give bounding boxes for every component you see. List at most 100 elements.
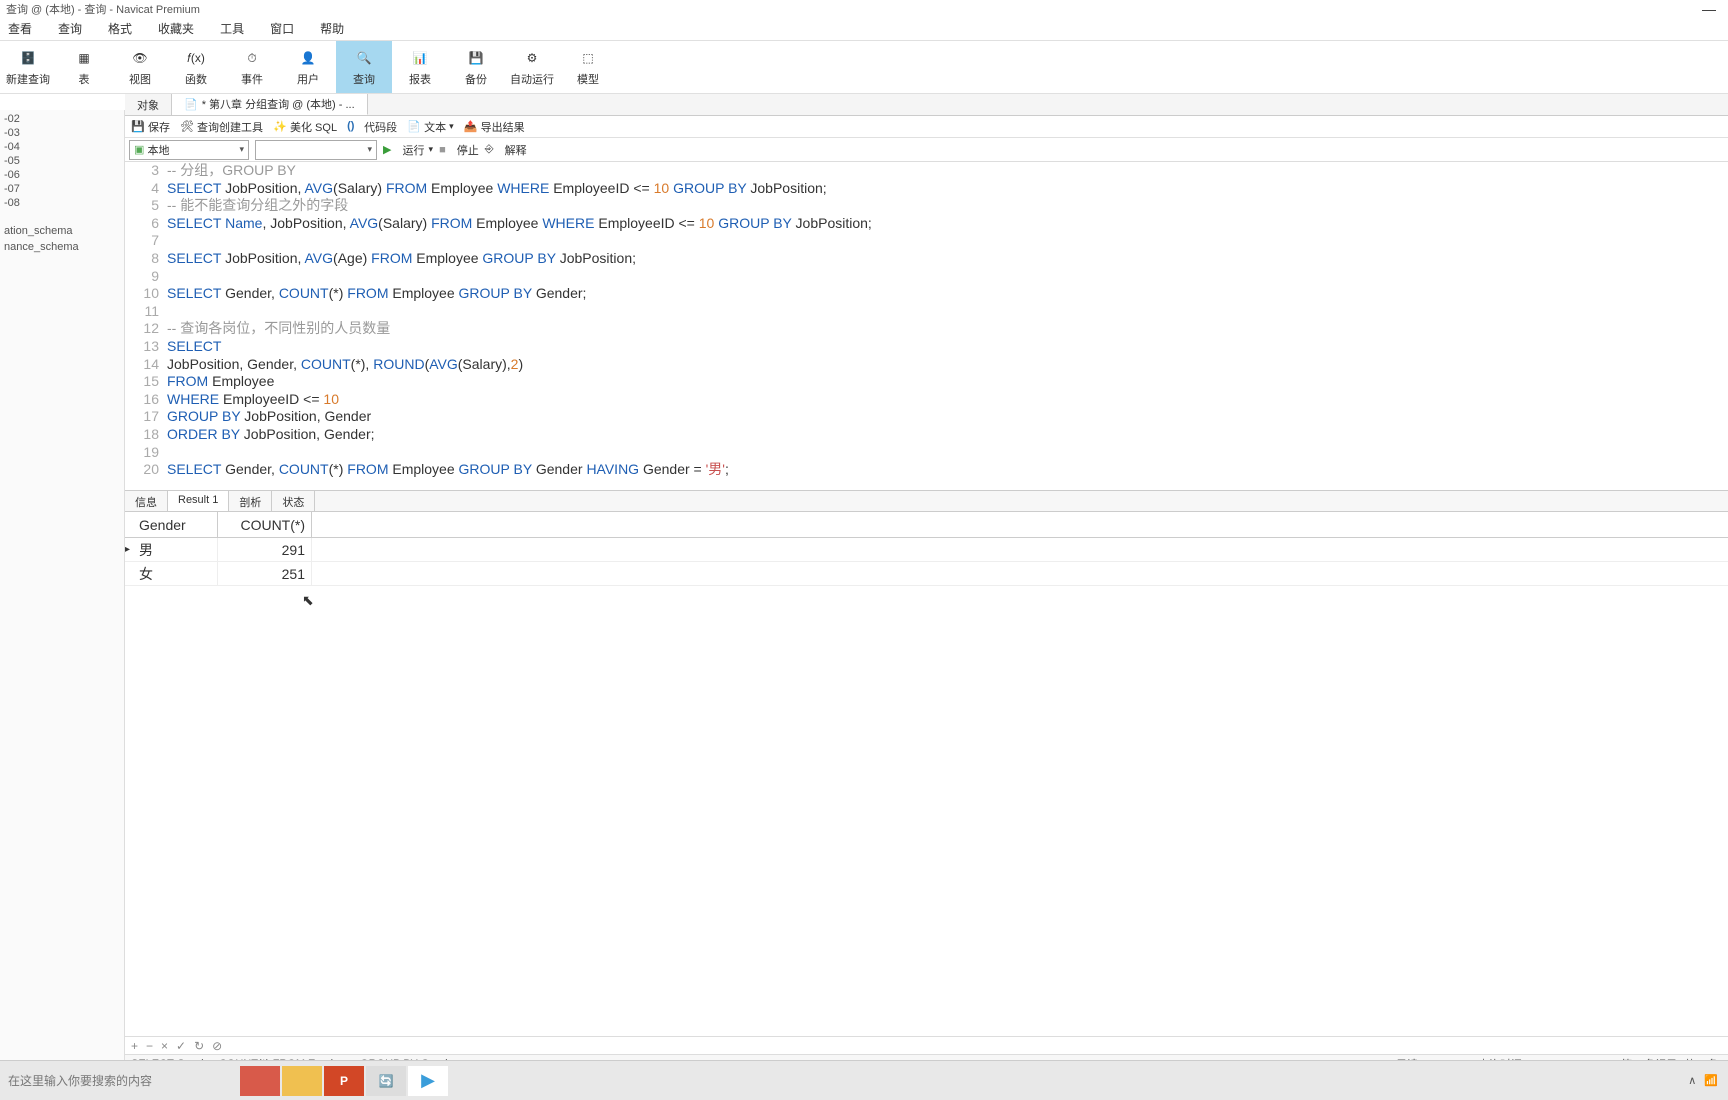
table-row[interactable]: ▸男291 xyxy=(125,538,1728,562)
menu-item[interactable]: 工具 xyxy=(220,20,244,38)
sql-editor[interactable]: 34567891011121314151617181920 -- 分组，GROU… xyxy=(125,162,1728,490)
minimize-button[interactable]: — xyxy=(1702,1,1716,17)
sidebar-item[interactable]: -06 xyxy=(0,168,124,182)
tray-chevron-icon[interactable]: ∧ xyxy=(1688,1074,1696,1087)
fx-icon: 𝑓(x) xyxy=(184,47,208,69)
sidebar-item[interactable]: -02 xyxy=(0,112,124,126)
query-builder-button[interactable]: 🛠查询创建工具 xyxy=(180,119,263,135)
result-tabstrip: 信息Result 1剖析状态 xyxy=(125,490,1728,512)
result-tab[interactable]: 状态 xyxy=(272,491,315,511)
result-grid[interactable]: Gender COUNT(*) ▸男291女251 xyxy=(125,512,1728,586)
view-icon: 👁 xyxy=(128,47,152,69)
sidebar-item[interactable]: ation_schema xyxy=(0,224,124,238)
cell-gender[interactable]: 男 xyxy=(133,538,218,561)
explain-icon: ⎆ xyxy=(485,143,494,156)
result-tab[interactable]: Result 1 xyxy=(168,491,229,511)
sidebar-item[interactable]: -04 xyxy=(0,140,124,154)
line-gutter: 34567891011121314151617181920 xyxy=(125,162,167,490)
ribbon-toolbar: 🗄️新建查询▦表👁视图𝑓(x)函数⏱事件👤用户🔍查询📊报表💾备份⚙自动运行⬚模型 xyxy=(0,40,1728,94)
ribbon-fx-button[interactable]: 𝑓(x)函数 xyxy=(168,41,224,93)
export-results-button[interactable]: 📤导出结果 xyxy=(464,119,525,135)
play-icon: ▶ xyxy=(383,143,391,156)
explain-button[interactable]: ⎆ 解释 xyxy=(485,142,527,158)
ribbon-view-button[interactable]: 👁视图 xyxy=(112,41,168,93)
sidebar-item[interactable]: -03 xyxy=(0,126,124,140)
taskbar-app-1[interactable] xyxy=(240,1066,280,1096)
ribbon-report-button[interactable]: 📊报表 xyxy=(392,41,448,93)
clock-icon: ⏱ xyxy=(240,47,264,69)
menu-item[interactable]: 查看 xyxy=(8,20,32,38)
ribbon-user-button[interactable]: 👤用户 xyxy=(280,41,336,93)
beautify-icon: ✨ xyxy=(273,120,287,134)
record-nav-button[interactable]: ⊘ xyxy=(212,1039,222,1053)
beautify-sql-button[interactable]: ✨美化 SQL xyxy=(273,119,337,135)
record-nav-button[interactable]: + xyxy=(131,1039,138,1053)
query-icon: 📄 xyxy=(184,98,198,111)
model-icon: ⬚ xyxy=(576,47,600,69)
ribbon-query-button[interactable]: 🔍查询 xyxy=(336,41,392,93)
object-tree-sidebar[interactable]: -02-03-04-05-06-07-08 ation_schema nance_s… xyxy=(0,110,125,1060)
code-snippet-button[interactable]: ()代码段 xyxy=(347,119,397,135)
result-tab[interactable]: 信息 xyxy=(125,491,168,511)
query-icon: 🔍 xyxy=(352,47,376,69)
sidebar-item[interactable]: -05 xyxy=(0,154,124,168)
record-nav-toolbar: +−× ✓ ↻ ⊘ xyxy=(125,1036,1728,1054)
ribbon-auto-button[interactable]: ⚙自动运行 xyxy=(504,41,560,93)
document-tab[interactable]: 📄* 第八章 分组查询 @ (本地) - ... xyxy=(172,94,368,115)
document-tab[interactable]: 对象 xyxy=(125,94,172,115)
sidebar-item[interactable]: -07 xyxy=(0,182,124,196)
cell-gender[interactable]: 女 xyxy=(133,562,218,585)
record-nav-button[interactable]: × xyxy=(161,1039,168,1053)
tray-wifi-icon[interactable]: 📶 xyxy=(1704,1074,1718,1087)
document-tabstrip: 对象📄* 第八章 分组查询 @ (本地) - ... xyxy=(125,94,1728,116)
menu-item[interactable]: 帮助 xyxy=(320,20,344,38)
backup-icon: 💾 xyxy=(464,47,488,69)
taskbar-app-powerpoint[interactable]: P xyxy=(324,1066,364,1096)
auto-icon: ⚙ xyxy=(520,47,544,69)
stop-icon: ■ xyxy=(439,144,446,156)
cell-count[interactable]: 291 xyxy=(218,538,312,561)
stop-button[interactable]: ■ 停止 xyxy=(439,142,479,158)
ribbon-backup-button[interactable]: 💾备份 xyxy=(448,41,504,93)
sidebar-item[interactable]: -08 xyxy=(0,196,124,210)
builder-icon: 🛠 xyxy=(180,120,194,134)
sidebar-item[interactable]: nance_schema xyxy=(0,240,124,254)
text-button[interactable]: 📄文本 ▾ xyxy=(407,119,454,135)
result-tab[interactable]: 剖析 xyxy=(229,491,272,511)
snippet-icon: () xyxy=(347,120,361,134)
taskbar-app-explorer[interactable] xyxy=(282,1066,322,1096)
ribbon-plus-db-button[interactable]: 🗄️新建查询 xyxy=(0,41,56,93)
save-button[interactable]: 💾保存 xyxy=(131,119,170,135)
ribbon-model-button[interactable]: ⬚模型 xyxy=(560,41,616,93)
taskbar-search-input[interactable]: 在这里输入你要搜索的内容 xyxy=(0,1068,240,1093)
run-button[interactable]: ▶ 运行 ▾ xyxy=(383,142,433,158)
taskbar-app-media[interactable]: ▶ xyxy=(408,1066,448,1096)
server-icon: ▣ xyxy=(134,143,144,156)
database-dropdown[interactable]: ▾ xyxy=(255,140,377,160)
column-header-count[interactable]: COUNT(*) xyxy=(218,512,312,537)
code-area[interactable]: -- 分组，GROUP BYSELECT JobPosition, AVG(Sa… xyxy=(167,162,1728,490)
cell-count[interactable]: 251 xyxy=(218,562,312,585)
taskbar-app-4[interactable]: 🔄 xyxy=(366,1066,406,1096)
ribbon-table-button[interactable]: ▦表 xyxy=(56,41,112,93)
menu-item[interactable]: 格式 xyxy=(108,20,132,38)
save-icon: 💾 xyxy=(131,120,145,134)
menu-item[interactable]: 收藏夹 xyxy=(158,20,194,38)
text-icon: 📄 xyxy=(407,120,421,134)
record-nav-button[interactable]: − xyxy=(146,1039,153,1053)
ribbon-clock-button[interactable]: ⏱事件 xyxy=(224,41,280,93)
export-icon: 📤 xyxy=(464,120,478,134)
window-titlebar: 查询 @ (本地) - 查询 - Navicat Premium — xyxy=(0,0,1728,18)
menu-item[interactable]: 查询 xyxy=(58,20,82,38)
windows-taskbar[interactable]: 在这里输入你要搜索的内容 P 🔄 ▶ ∧ 📶 xyxy=(0,1060,1728,1100)
column-header-gender[interactable]: Gender xyxy=(133,512,218,537)
plus-db-icon: 🗄️ xyxy=(16,47,40,69)
record-nav-button[interactable]: ↻ xyxy=(194,1039,204,1053)
table-row[interactable]: 女251 xyxy=(125,562,1728,586)
record-nav-button[interactable]: ✓ xyxy=(176,1039,186,1053)
connection-toolbar: ▣ 本地▾ ▾ ▶ 运行 ▾ ■ 停止 ⎆ 解释 xyxy=(125,138,1728,162)
connection-dropdown[interactable]: ▣ 本地▾ xyxy=(129,140,249,160)
grid-header: Gender COUNT(*) xyxy=(125,512,1728,538)
report-icon: 📊 xyxy=(408,47,432,69)
menu-item[interactable]: 窗口 xyxy=(270,20,294,38)
